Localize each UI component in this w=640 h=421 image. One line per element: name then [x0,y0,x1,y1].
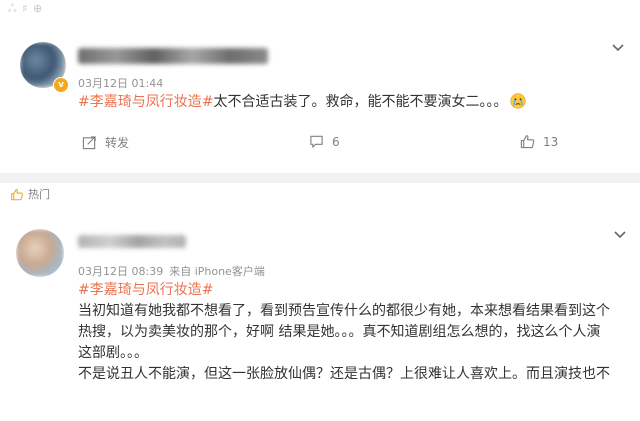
post-meta: 03月12日 01:44 [78,75,169,91]
post-date: 03月12日 08:39 [78,265,164,278]
username-blurred[interactable] [78,48,268,64]
post-card-2: 热门 03月12日 08:39 来自 iPhone客户端 #李嘉琦与凤行妆造# 当… [0,183,640,421]
section-divider [0,173,640,183]
faded-top-text: ஃ ♯ ⊕ [8,2,44,15]
thumbs-up-outline-icon [11,188,23,200]
chevron-down-icon[interactable] [612,227,628,243]
post-date: 03月12日 01:44 [78,77,164,90]
post-line: 热搜，以为卖美妆的那个，好啊 结果是她。。。真不知道剧组怎么想的，找这么个人演 [78,324,601,340]
like-count: 13 [543,134,559,149]
post-actions: 转发 6 13 [0,134,640,154]
hot-label-text: 热门 [28,188,50,201]
post-line: 不是说丑人不能演，但这一张脸放仙偶？还是古偶？上很难让人喜欢上。而且演技也不 [78,366,610,382]
crying-face-icon [510,93,527,109]
verified-badge-icon: v [53,77,69,93]
post-text: #李嘉琦与凤行妆造# 当初知道有她我都不想看了，看到预告宣传什么的都很少有她，本… [78,280,634,385]
hashtag-link[interactable]: #李嘉琦与凤行妆造# [78,94,213,110]
like-button[interactable]: 13 [520,134,558,149]
repost-label: 转发 [105,136,130,150]
post-line: 当初知道有她我都不想看了，看到预告宣传什么的都很少有她，本来想看结果看到这个 [78,303,610,319]
top-strip: ஃ ♯ ⊕ [0,0,640,22]
thumbs-up-icon [520,135,535,149]
share-icon [82,136,96,150]
post-meta: 03月12日 08:39 来自 iPhone客户端 [78,263,271,279]
comment-button[interactable]: 6 [309,134,340,149]
repost-button[interactable]: 转发 [82,134,129,151]
hashtag-link[interactable]: #李嘉琦与凤行妆造# [78,280,634,301]
post-text: #李嘉琦与凤行妆造#太不合适古装了。救命，能不能不要演女二。。。 [78,92,618,113]
post-line: 这部剧。。。 [78,345,148,361]
comment-count: 6 [332,134,340,149]
avatar[interactable] [16,229,64,277]
username-blurred[interactable] [78,235,186,248]
comment-icon [310,135,323,148]
post-source: 来自 iPhone客户端 [169,265,265,278]
hot-section-label: 热门 [10,186,50,202]
post-body: 太不合适古装了。救命，能不能不要演女二。。。 [213,94,508,110]
post-card-1: v 03月12日 01:44 #李嘉琦与凤行妆造#太不合适古装了。救命，能不能不… [0,22,640,173]
chevron-down-icon[interactable] [610,40,626,56]
